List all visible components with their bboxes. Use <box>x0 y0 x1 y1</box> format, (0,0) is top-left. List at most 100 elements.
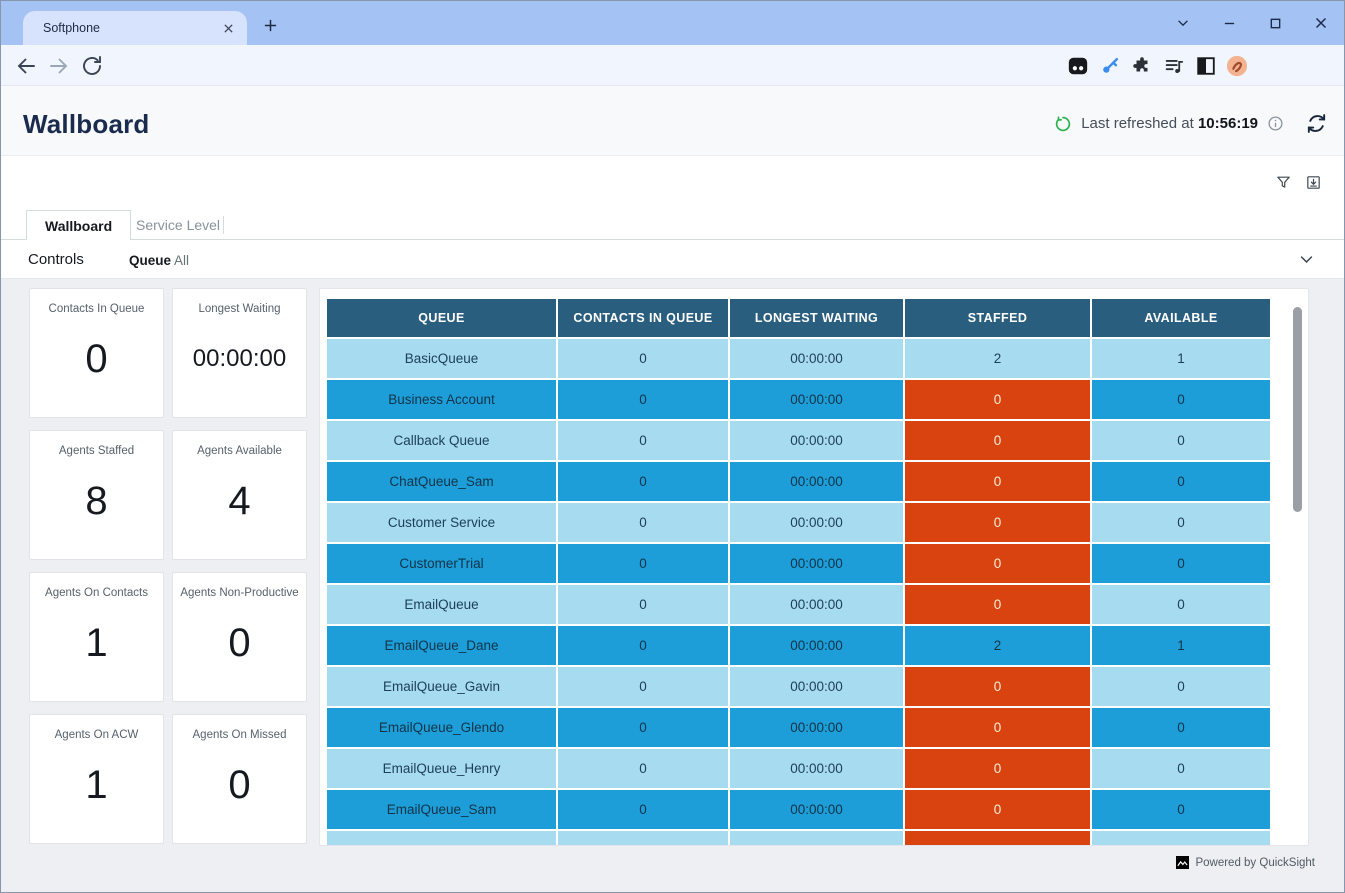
kpi-label: Longest Waiting <box>198 303 280 315</box>
refresh-icon[interactable] <box>1305 112 1328 135</box>
staffed-cell: 0 <box>905 544 1090 583</box>
dashboard-main: Contacts In Queue0Longest Waiting00:00:0… <box>1 279 1344 892</box>
table-row: ChatQueue_Sam000:00:0000 <box>327 462 1272 501</box>
key-extension-icon[interactable] <box>1099 55 1121 77</box>
kpi-card-agents-staffed: Agents Staffed8 <box>29 430 164 560</box>
available-cell: 0 <box>1092 749 1270 788</box>
dashboard-tools <box>1275 174 1322 191</box>
waiting-cell: 00:00:00 <box>730 749 903 788</box>
sheet-tabs: Wallboard Service Level <box>1 210 1344 240</box>
waiting-cell: 00:00:00 <box>730 462 903 501</box>
tab-close-icon[interactable] <box>219 19 237 37</box>
column-header[interactable]: LONGEST WAITING <box>730 299 903 337</box>
kpi-value: 1 <box>85 599 107 701</box>
queue-table-panel: QUEUECONTACTS IN QUEUELONGEST WAITINGSTA… <box>319 288 1309 846</box>
kpi-card-agents-on-acw: Agents On ACW1 <box>29 714 164 844</box>
export-download-icon[interactable] <box>1305 174 1322 191</box>
available-cell: 0 <box>1092 790 1270 829</box>
available-cell: 1 <box>1092 339 1270 378</box>
table-row: EmailQueue_Gavin000:00:0000 <box>327 667 1272 706</box>
quicksight-footer-label: Powered by QuickSight <box>1195 857 1315 869</box>
browser-titlebar: Softphone <box>1 1 1344 45</box>
table-scrollbar-thumb[interactable] <box>1293 307 1302 512</box>
table-row: EmailQueue_Dane000:00:0021 <box>327 626 1272 665</box>
table-row: EmailQueue_Henry000:00:0000 <box>327 749 1272 788</box>
queue-cell: Customer Service <box>327 503 556 542</box>
available-cell: 0 <box>1092 708 1270 747</box>
kpi-value: 1 <box>85 741 107 843</box>
window-controls <box>1160 1 1344 45</box>
waiting-cell: 00:00:00 <box>730 339 903 378</box>
back-icon[interactable] <box>14 54 38 78</box>
table-row: BasicQueue000:00:0021 <box>327 339 1272 378</box>
dashboard-panel-top: Wallboard Service Level Controls Queue A… <box>1 156 1344 279</box>
kpi-grid: Contacts In Queue0Longest Waiting00:00:0… <box>29 288 307 844</box>
queue-cell: EmailQueue_Sam <box>327 790 556 829</box>
column-header[interactable]: CONTACTS IN QUEUE <box>558 299 728 337</box>
column-header[interactable]: QUEUE <box>327 299 556 337</box>
maximize-button[interactable] <box>1252 1 1298 45</box>
kpi-value: 0 <box>228 599 250 701</box>
timer-icon <box>1054 115 1072 133</box>
kpi-label: Agents On Contacts <box>45 587 148 599</box>
media-extension-icon[interactable] <box>1067 55 1089 77</box>
close-window-button[interactable] <box>1298 1 1344 45</box>
staffed-cell: 0 <box>905 585 1090 624</box>
kpi-label: Agents Available <box>197 445 282 457</box>
table-row: EmailQueue000:00:0000 <box>327 585 1272 624</box>
reload-icon[interactable] <box>80 54 104 78</box>
kpi-value: 0 <box>85 315 107 417</box>
profile-avatar[interactable] <box>1226 55 1248 77</box>
kpi-value: 4 <box>228 457 250 559</box>
contacts-cell: 0 <box>558 667 728 706</box>
tab-divider <box>223 216 224 234</box>
kpi-label: Agents On ACW <box>55 729 139 741</box>
kpi-label: Agents On Missed <box>193 729 287 741</box>
new-tab-button[interactable] <box>259 14 281 36</box>
staffed-cell: 0 <box>905 749 1090 788</box>
kpi-value: 8 <box>85 457 107 559</box>
queue-cell: Callback Queue <box>327 421 556 460</box>
minimize-button[interactable] <box>1206 1 1252 45</box>
table-row: Business Account000:00:0000 <box>327 380 1272 419</box>
available-cell: 0 <box>1092 831 1270 846</box>
staffed-cell: 2 <box>905 339 1090 378</box>
queue-cell: EmailQueue_Henry <box>327 749 556 788</box>
contacts-cell: 0 <box>558 380 728 419</box>
staffed-cell: 0 <box>905 831 1090 846</box>
kpi-card-agents-non-productive: Agents Non-Productive0 <box>172 572 307 702</box>
page-title: Wallboard <box>23 109 150 140</box>
staffed-cell: 0 <box>905 708 1090 747</box>
queue-cell: EmailQueue_Glendo <box>327 708 556 747</box>
column-header[interactable]: AVAILABLE <box>1092 299 1270 337</box>
info-icon[interactable] <box>1267 115 1284 132</box>
contacts-cell: 0 <box>558 749 728 788</box>
kpi-label: Agents Non-Productive <box>180 587 298 599</box>
filter-funnel-icon[interactable] <box>1275 174 1292 191</box>
controls-label: Controls <box>28 251 84 268</box>
controls-row: Controls Queue All <box>1 240 1344 279</box>
available-cell: 0 <box>1092 585 1270 624</box>
chevron-down-icon[interactable] <box>1298 251 1315 268</box>
staffed-cell: 0 <box>905 503 1090 542</box>
table-row: EmailQueue_Sam000:00:0000 <box>327 790 1272 829</box>
tab-service-level[interactable]: Service Level <box>118 210 238 240</box>
available-cell: 0 <box>1092 544 1270 583</box>
queue-cell: ChatQueue_Sam <box>327 462 556 501</box>
queue-filter-label: Queue <box>129 253 171 268</box>
browser-tab-softphone[interactable]: Softphone <box>23 11 247 45</box>
tab-search-chevron-icon[interactable] <box>1160 1 1206 45</box>
tab-wallboard[interactable]: Wallboard <box>26 210 131 240</box>
forward-icon[interactable] <box>47 54 71 78</box>
column-header[interactable]: STAFFED <box>905 299 1090 337</box>
kpi-card-longest-waiting: Longest Waiting00:00:00 <box>172 288 307 418</box>
puzzle-extensions-icon[interactable] <box>1131 55 1153 77</box>
table-row: Customer Service000:00:0000 <box>327 503 1272 542</box>
playlist-extension-icon[interactable] <box>1163 55 1185 77</box>
queue-filter-value[interactable]: All <box>174 253 189 268</box>
contrast-extension-icon[interactable] <box>1195 55 1217 77</box>
browser-toolbar: /reports/wallboard?standalone=true <box>1 45 1344 86</box>
kpi-label: Contacts In Queue <box>49 303 145 315</box>
refresh-cluster: Last refreshed at 10:56:19 <box>1054 112 1328 135</box>
staffed-cell: 0 <box>905 421 1090 460</box>
